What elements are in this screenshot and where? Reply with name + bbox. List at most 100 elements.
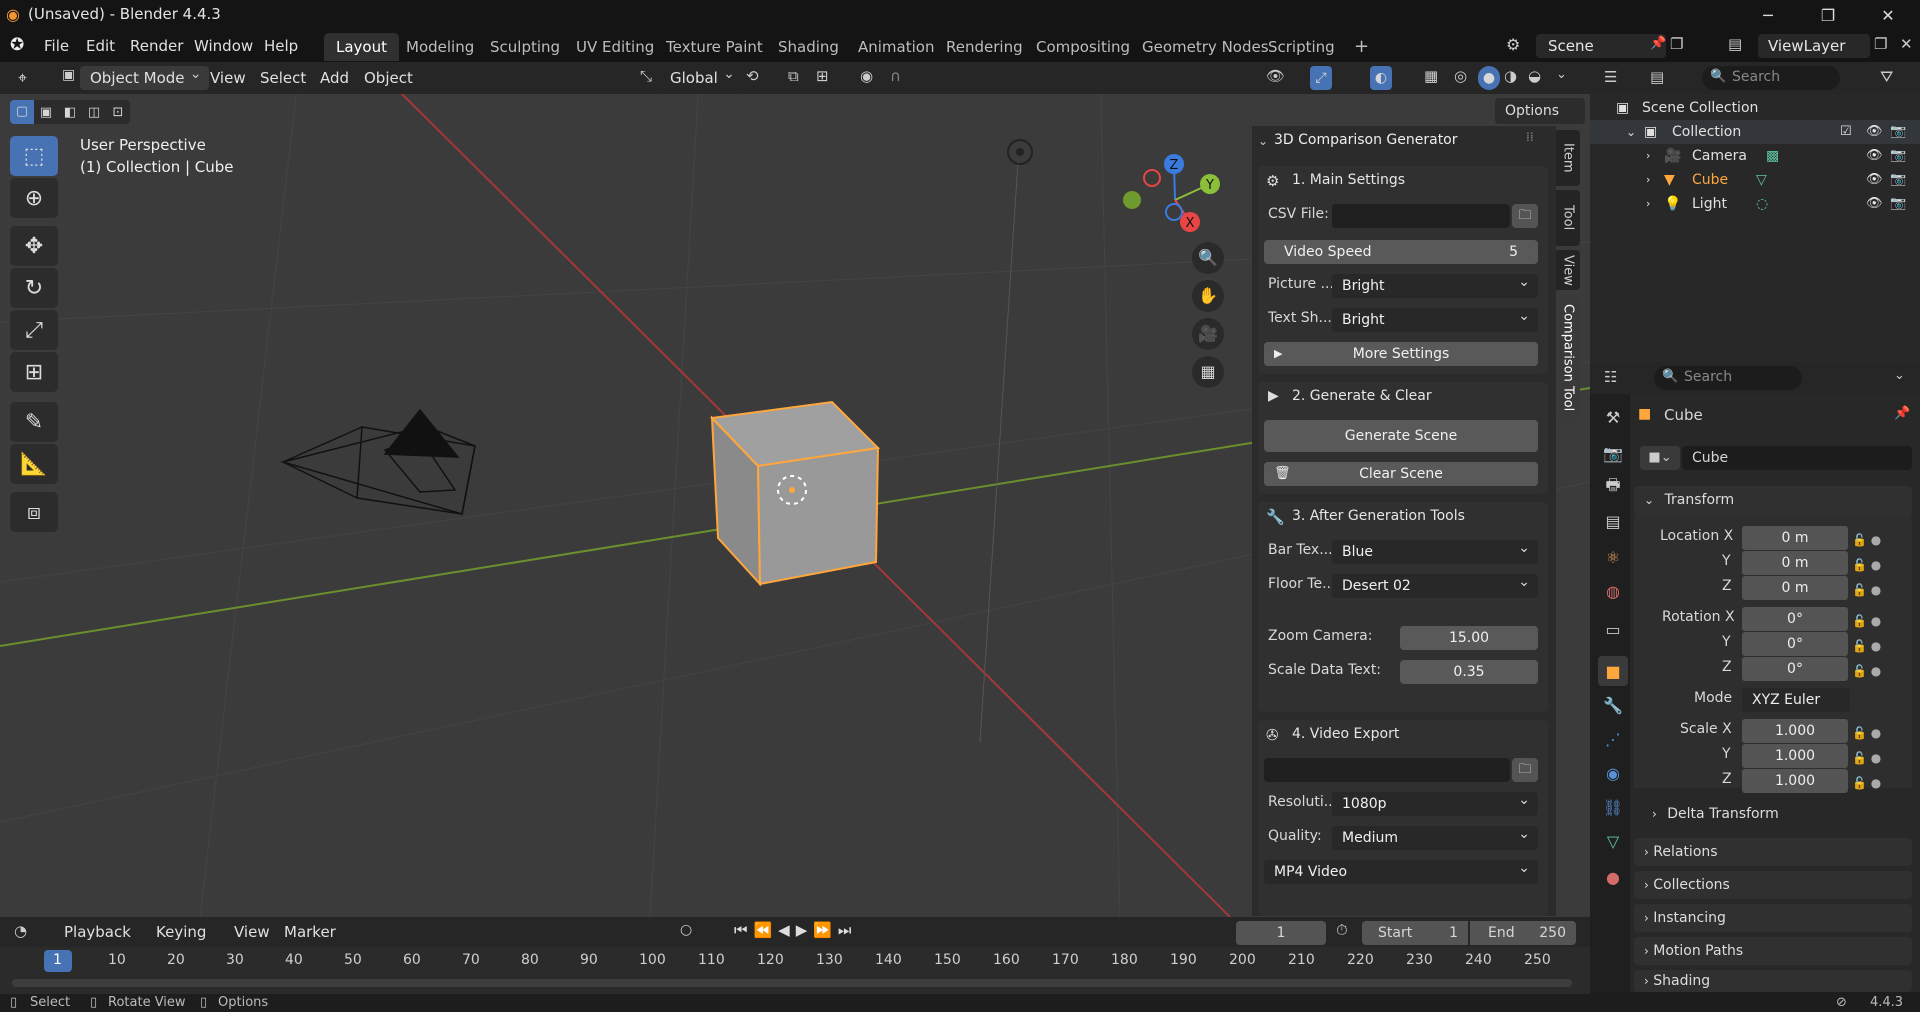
timeline-menu-playback[interactable]: Playback bbox=[58, 920, 137, 944]
new-scene-icon[interactable]: ❐ bbox=[1670, 35, 1683, 53]
scene-icon[interactable]: ⚙ bbox=[1506, 35, 1520, 54]
add-cube-tool[interactable]: ⧈ bbox=[10, 492, 58, 532]
gizmo-toggle-icon[interactable]: ⤢ bbox=[1310, 66, 1332, 90]
motion-paths-section-header[interactable]: › Motion Paths bbox=[1634, 937, 1912, 965]
folder-browse-icon[interactable]: 🗀 bbox=[1512, 204, 1538, 228]
render-camera-icon[interactable]: 📷 bbox=[1890, 144, 1906, 168]
close-button[interactable]: ✕ bbox=[1860, 0, 1916, 30]
remove-view-layer-icon[interactable]: ✕ bbox=[1900, 35, 1913, 53]
timeline-menu-keying[interactable]: Keying bbox=[150, 920, 212, 944]
export-path-input[interactable] bbox=[1264, 758, 1510, 782]
output-props-icon[interactable]: 🖶 bbox=[1598, 472, 1628, 502]
mode-dropdown[interactable]: Object Mode bbox=[80, 62, 209, 90]
scale-y-field[interactable]: 1.000 bbox=[1742, 744, 1848, 768]
expand-arrow-icon[interactable]: › bbox=[1646, 192, 1650, 216]
zoom-camera-field[interactable]: 15.00 bbox=[1400, 626, 1538, 650]
expand-arrow-icon[interactable]: › bbox=[1646, 144, 1650, 168]
shading-section-header[interactable]: › Shading bbox=[1634, 970, 1912, 992]
new-view-layer-icon[interactable]: ❐ bbox=[1874, 35, 1887, 53]
lock-icon[interactable]: 🔓 ● bbox=[1852, 553, 1881, 578]
video-speed-slider[interactable]: Video Speed 5 bbox=[1264, 240, 1538, 264]
select-intersect-icon[interactable]: ◫ bbox=[82, 105, 106, 120]
object-props-icon[interactable]: ■ bbox=[1598, 656, 1628, 686]
menu-file[interactable]: File bbox=[36, 34, 77, 58]
move-tool[interactable]: ✥ bbox=[10, 226, 58, 266]
tab-texture-paint[interactable]: Texture Paint bbox=[654, 33, 775, 61]
properties-options-icon[interactable]: ⌄ bbox=[1894, 368, 1905, 383]
minimize-button[interactable]: ─ bbox=[1740, 0, 1796, 30]
current-frame-field[interactable]: 1 bbox=[1236, 921, 1326, 945]
generate-scene-button[interactable]: Generate Scene bbox=[1264, 420, 1538, 452]
format-dropdown[interactable]: MP4 Video bbox=[1264, 856, 1538, 884]
render-camera-icon[interactable]: 📷 bbox=[1890, 120, 1906, 144]
pan-hand-icon[interactable]: ✋ bbox=[1192, 280, 1224, 312]
menu-edit[interactable]: Edit bbox=[78, 34, 123, 58]
tab-layout[interactable]: Layout bbox=[324, 33, 399, 61]
floor-texture-dropdown[interactable]: Desert 02 bbox=[1332, 570, 1538, 598]
scene-props-icon[interactable]: ⚛ bbox=[1598, 542, 1628, 572]
collection-row[interactable]: ⌄ ▣ Collection ☑ 👁 📷 bbox=[1590, 120, 1920, 144]
falloff-icon[interactable]: ∩ bbox=[890, 67, 901, 85]
editor-type-icon[interactable]: ⌖ bbox=[12, 66, 33, 90]
snap-target-icon[interactable]: ⊞ bbox=[816, 67, 829, 85]
collection-props-icon[interactable]: ▭ bbox=[1598, 614, 1628, 644]
select-new-icon[interactable]: ▢ bbox=[10, 100, 34, 124]
timeline-menu-view[interactable]: View bbox=[228, 920, 276, 944]
outliner-editor-icon[interactable]: ☰ bbox=[1604, 68, 1617, 86]
timeline-scrollbar[interactable] bbox=[12, 979, 1572, 987]
particles-props-icon[interactable]: ⋰ bbox=[1598, 724, 1628, 754]
auto-key-icon[interactable]: ○ bbox=[680, 922, 692, 938]
object-browse-icon[interactable]: ■⌄ bbox=[1640, 446, 1680, 470]
eye-icon[interactable]: 👁 bbox=[1866, 144, 1883, 168]
blender-menu-icon[interactable]: ✪ bbox=[10, 35, 24, 55]
csv-file-input[interactable] bbox=[1332, 204, 1510, 228]
annotate-tool[interactable]: ✎ bbox=[10, 402, 58, 442]
proportional-edit-icon[interactable]: ◉ bbox=[860, 67, 873, 85]
zoom-icon[interactable]: 🔍 bbox=[1192, 242, 1224, 274]
tool-props-icon[interactable]: ⚒ bbox=[1598, 402, 1628, 432]
perspective-toggle-icon[interactable]: ▦ bbox=[1192, 356, 1224, 388]
outliner-search-box[interactable]: 🔍 Search bbox=[1702, 66, 1840, 90]
rotation-z-field[interactable]: 0° bbox=[1742, 657, 1848, 681]
overlay-toggle-icon[interactable]: ◐ bbox=[1370, 66, 1392, 90]
rotation-x-field[interactable]: 0° bbox=[1742, 607, 1848, 631]
after-generation-header[interactable]: 3. After Generation Tools bbox=[1292, 508, 1465, 524]
viewport-menu-add[interactable]: Add bbox=[314, 66, 355, 90]
scene-collection-row[interactable]: ▣ Scene Collection bbox=[1590, 96, 1920, 120]
tab-sculpting[interactable]: Sculpting bbox=[478, 33, 572, 61]
timeline-editor-icon[interactable]: ◔ bbox=[14, 922, 27, 940]
outliner-item-camera[interactable]: › 🎥 Camera ▩ 👁 📷 bbox=[1590, 144, 1920, 168]
tab-comparison-tool[interactable]: Comparison Tool bbox=[1556, 296, 1580, 420]
lock-icon[interactable]: 🔓 ● bbox=[1852, 578, 1881, 603]
measure-tool[interactable]: 📐 bbox=[10, 444, 58, 484]
outliner-item-cube[interactable]: › ▼ Cube ▽ 👁 📷 bbox=[1590, 168, 1920, 192]
location-y-field[interactable]: 0 m bbox=[1742, 551, 1848, 575]
scale-data-text-field[interactable]: 0.35 bbox=[1400, 660, 1538, 684]
expand-arrow-icon[interactable]: › bbox=[1646, 168, 1650, 192]
rotate-tool[interactable]: ↻ bbox=[10, 268, 58, 308]
location-z-field[interactable]: 0 m bbox=[1742, 576, 1848, 600]
menu-window[interactable]: Window bbox=[186, 34, 261, 58]
modifier-props-icon[interactable]: 🔧 bbox=[1598, 690, 1628, 720]
lock-icon[interactable]: 🔓 ● bbox=[1852, 771, 1881, 796]
orientation-dropdown[interactable]: Global bbox=[660, 62, 742, 90]
outliner-item-light[interactable]: › 💡 Light ◌ 👁 📷 bbox=[1590, 192, 1920, 216]
rotation-mode-dropdown[interactable]: XYZ Euler bbox=[1742, 688, 1850, 712]
panel-drag-icon[interactable]: ⁞⁞ bbox=[1526, 130, 1534, 144]
resolution-dropdown[interactable]: 1080p bbox=[1332, 788, 1538, 816]
object-name-field[interactable]: Cube bbox=[1682, 446, 1912, 470]
rendered-shading-icon[interactable]: ◒ bbox=[1528, 67, 1541, 85]
lock-icon[interactable]: 🔓 ● bbox=[1852, 634, 1881, 659]
checkbox-icon[interactable]: ☑ bbox=[1840, 120, 1852, 144]
render-camera-icon[interactable]: 📷 bbox=[1890, 168, 1906, 192]
tab-shading[interactable]: Shading bbox=[766, 33, 851, 61]
eye-icon[interactable]: 👁 bbox=[1866, 120, 1883, 144]
tab-rendering[interactable]: Rendering bbox=[934, 33, 1035, 61]
delta-transform-subpanel[interactable]: › Delta Transform bbox=[1652, 806, 1779, 822]
view-layer-field[interactable]: ViewLayer bbox=[1758, 34, 1870, 58]
tab-compositing[interactable]: Compositing bbox=[1024, 33, 1142, 61]
options-dropdown[interactable]: Options bbox=[1495, 98, 1586, 124]
tab-item[interactable]: Item bbox=[1556, 130, 1580, 186]
select-invert-icon[interactable]: ⊡ bbox=[106, 105, 130, 120]
physics-props-icon[interactable]: ◉ bbox=[1598, 758, 1628, 788]
